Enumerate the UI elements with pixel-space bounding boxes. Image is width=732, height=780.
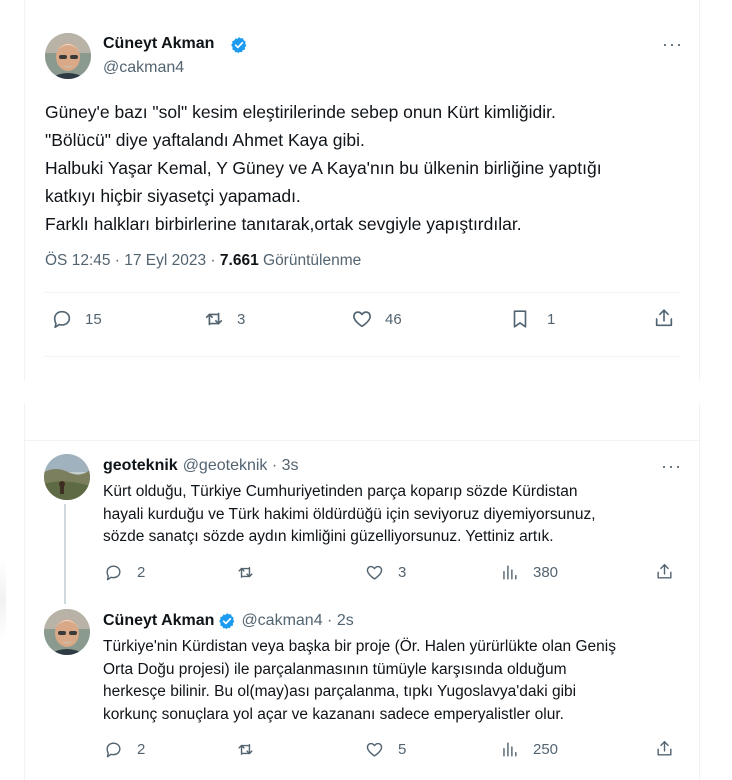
retweet-button[interactable] <box>236 740 255 759</box>
author-name[interactable]: Cüneyt Akman <box>103 612 214 630</box>
tweet-text-line: Güney'e bazı "sol" kesim eleştirilerinde… <box>45 102 556 122</box>
retweet-button[interactable]: 3 <box>203 308 245 330</box>
reply-text: Kürt olduğu, Türkiye Cumhuriyetinden par… <box>103 481 673 549</box>
heart-icon <box>366 742 383 757</box>
more-options-icon[interactable]: ··· <box>661 456 682 477</box>
tweet-text: Güney'e bazı "sol" kesim eleştirilerinde… <box>45 98 665 238</box>
author-handle[interactable]: @cakman4 · 2s <box>241 612 353 630</box>
tweet-text-line: katkıyı hiçbir siyasetçi yapamadı. <box>45 186 301 206</box>
more-options-icon[interactable]: ··· <box>662 34 683 55</box>
views-count: 380 <box>533 564 559 581</box>
reply-text-line: sözde sanatçı sözde aydın kimliğini güze… <box>103 528 554 545</box>
like-button[interactable]: 3 <box>365 563 406 582</box>
like-button[interactable]: 46 <box>351 308 402 330</box>
heart-icon <box>353 311 371 328</box>
reply-count: 2 <box>137 564 146 581</box>
views-button[interactable]: 380 <box>500 563 558 582</box>
tweet-text-line: Halbuki Yaşar Kemal, Y Güney ve A Kaya'n… <box>45 158 602 178</box>
main-tweet: Cüneyt Akman @cakman4 ··· Güney'e bazı "… <box>24 0 700 380</box>
reply-text-line: herkesçe bilinir. Bu ol(may)ası parçalan… <box>103 683 577 700</box>
reply-header: Cüneyt Akman @cakman4 · 2s <box>103 612 354 630</box>
like-count: 46 <box>385 310 402 328</box>
bookmark-button[interactable]: 1 <box>509 308 555 330</box>
reply-header: geoteknik @geoteknik · 3s <box>103 457 299 475</box>
background-fade <box>0 560 6 640</box>
share-button[interactable] <box>653 307 675 329</box>
reply-count: 15 <box>85 310 102 328</box>
views-label: Görüntülenme <box>258 252 362 269</box>
reply-text: Türkiye'nin Kürdistan veya başka bir pro… <box>103 636 673 726</box>
reply-icon <box>106 565 121 581</box>
divider <box>45 292 681 293</box>
divider <box>45 356 681 357</box>
analytics-icon <box>503 565 517 580</box>
tweet-text-line: "Bölücü" diye yaftalandı Ahmet Kaya gibi… <box>45 130 365 150</box>
reply-count: 2 <box>137 741 146 758</box>
reply-icon <box>53 310 71 329</box>
views-count[interactable]: 7.661 <box>220 252 259 269</box>
tweet-meta: ÖS 12:45 · 17 Eyl 2023 · 7.661 Görüntüle… <box>45 252 361 270</box>
share-button[interactable] <box>655 562 674 581</box>
timestamp[interactable]: ÖS 12:45 · 17 Eyl 2023 · <box>45 252 220 269</box>
author-name[interactable]: geoteknik <box>103 457 178 475</box>
avatar[interactable] <box>44 454 90 500</box>
reply-icon <box>106 742 121 758</box>
retweet-icon <box>238 567 253 578</box>
author-handle[interactable]: @cakman4 <box>103 59 184 77</box>
divider <box>25 440 699 441</box>
share-icon <box>657 741 672 756</box>
reply-text-line: Kürt olduğu, Türkiye Cumhuriyetinden par… <box>103 483 578 500</box>
reply-text-line: Orta Doğu projesi) ile parçalanmasının t… <box>103 660 567 678</box>
thread-line <box>64 504 66 604</box>
bookmark-icon <box>513 310 527 328</box>
reply-text-line: Türkiye'nin Kürdistan veya başka bir pro… <box>103 638 616 655</box>
like-button[interactable]: 5 <box>365 740 406 759</box>
share-icon <box>657 564 672 579</box>
analytics-icon <box>503 742 517 757</box>
views-button[interactable]: 250 <box>500 740 558 759</box>
share-button[interactable] <box>655 739 674 758</box>
avatar[interactable] <box>45 33 91 79</box>
author-name[interactable]: Cüneyt Akman <box>103 35 214 53</box>
verified-badge-icon <box>219 613 235 630</box>
retweet-icon <box>238 744 253 755</box>
views-count: 250 <box>533 741 559 758</box>
like-count: 5 <box>398 741 407 758</box>
reply-text-line: hayali kurduğu ve Türk hakimi öldürdüğü … <box>103 505 596 523</box>
tweet-text-line: Farklı halkları birbirlerine tanıtarak,o… <box>45 214 522 234</box>
author-handle[interactable]: @geoteknik · 3s <box>183 457 299 475</box>
reply-text-line: korkunç sonuçlara yol açar ve kazananı s… <box>103 705 564 723</box>
bookmark-count: 1 <box>547 310 556 328</box>
retweet-icon <box>205 312 223 326</box>
retweet-count: 3 <box>237 310 246 328</box>
reply-button[interactable]: 15 <box>51 308 102 330</box>
avatar[interactable] <box>44 609 90 655</box>
retweet-button[interactable] <box>236 563 255 582</box>
heart-icon <box>366 565 383 580</box>
verified-badge-icon <box>231 37 247 54</box>
reply-button[interactable]: 2 <box>104 740 145 759</box>
reply-button[interactable]: 2 <box>104 563 145 582</box>
like-count: 3 <box>398 564 407 581</box>
share-icon <box>655 309 673 327</box>
